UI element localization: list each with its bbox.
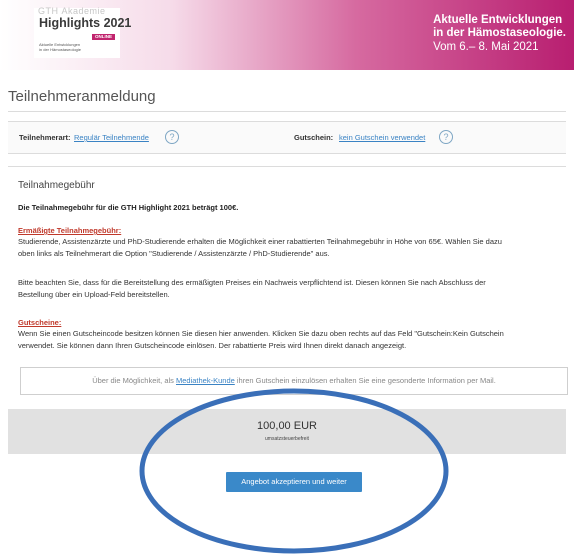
fee-amount-text: Die Teilnahmegebühr für die GTH Highligh… <box>18 203 239 212</box>
logo-akademie-text: Akademie <box>61 6 106 16</box>
participant-type-label: Teilnehmerart: <box>19 133 71 142</box>
participant-type-help-icon[interactable]: ? <box>165 130 179 144</box>
voucher-link[interactable]: kein Gutschein verwendet <box>339 133 425 142</box>
mediathek-text-pre: Über die Möglichkeit, als <box>92 376 176 385</box>
banner-date: Vom 6.– 8. Mai 2021 <box>433 41 539 53</box>
proof-note-1: Bitte beachten Sie, dass für die Bereits… <box>18 278 486 287</box>
mediathek-customer-link[interactable]: Mediathek-Kunde <box>176 376 235 385</box>
voucher-label: Gutschein: <box>294 133 334 142</box>
event-logo: GTH Akademie Highlights 2021 ONLINE Aktu… <box>34 6 131 58</box>
participant-type-link[interactable]: Regulär Teilnehmende <box>74 133 149 142</box>
proof-note-2: Bestellung über ein Upload-Feld bereitst… <box>18 290 170 299</box>
event-banner: GTH Akademie Highlights 2021 ONLINE Aktu… <box>0 0 574 70</box>
page-title: Teilnehmeranmeldung <box>8 88 156 105</box>
voucher-help-icon[interactable]: ? <box>439 130 453 144</box>
banner-line-1: Aktuelle Entwicklungen <box>433 14 563 26</box>
title-divider <box>8 111 566 112</box>
logo-gth-text: GTH <box>38 6 59 16</box>
voucher-text-1: Wenn Sie einen Gutscheincode besitzen kö… <box>18 329 504 338</box>
reduced-fee-text-1: Studierende, Assistenzärzte und PhD-Stud… <box>18 237 502 246</box>
tax-note: umsatzsteuerbefreit <box>265 436 309 442</box>
reduced-fee-heading: Ermäßigte Teilnahmegebühr: <box>18 226 122 235</box>
logo-online-badge: ONLINE <box>92 34 116 40</box>
registration-info-row: Teilnehmerart: Regulär Teilnehmende ? Gu… <box>8 121 566 154</box>
mediathek-text-post: ihren Gutschein einzulösen erhalten Sie … <box>234 376 496 385</box>
accept-offer-button[interactable]: Angebot akzeptieren und weiter <box>226 472 362 492</box>
logo-subtitle-2: in der Hämostaseologie <box>39 47 82 52</box>
voucher-heading: Gutscheine: <box>18 318 62 327</box>
banner-headline: Aktuelle Entwicklungen in der Hämostaseo… <box>433 14 566 55</box>
price-amount: 100,00 EUR <box>257 420 317 432</box>
logo-title: Highlights 2021 <box>39 16 132 30</box>
reduced-fee-text-2: oben links als Teilnehmerart die Option … <box>18 249 330 258</box>
mediathek-info-box: Über die Möglichkeit, als Mediathek-Kund… <box>20 367 568 395</box>
fee-title: Teilnahmegebühr <box>18 180 95 191</box>
fee-section: Teilnahmegebühr Die Teilnahmegebühr für … <box>8 166 568 408</box>
price-panel: 100,00 EUR umsatzsteuerbefreit <box>8 409 566 454</box>
banner-line-2: in der Hämostaseologie. <box>433 27 566 39</box>
voucher-text-2: verwendet. Sie können dann Ihren Gutsche… <box>18 341 407 350</box>
